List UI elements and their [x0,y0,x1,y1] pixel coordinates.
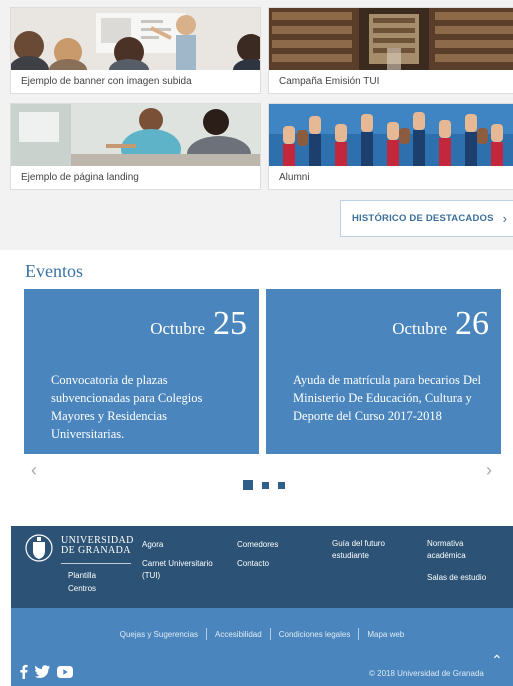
event-date: Octubre 26 [392,305,489,343]
pager-dot-3[interactable] [278,481,285,489]
card-caption: Alumni [279,172,310,183]
legal-links: Quejas y Sugerencias Accesibilidad Condi… [11,628,513,640]
footer-link-carnet[interactable]: Carnet Universitario (TUI) [142,558,213,582]
facebook-icon[interactable] [19,664,28,684]
pager-dot-2[interactable] [262,481,269,489]
footer-top: UNIVERSIDAD DE GRANADA Plantilla Centros… [11,526,513,608]
historico-label: HISTÓRICO DE DESTACADOS [352,213,494,224]
footer-link-normativa[interactable]: Normativa académica [427,538,466,562]
legal-link-quejas[interactable]: Quejas y Sugerencias [112,630,206,639]
featured-card-banner[interactable]: Ejemplo de banner con imagen subida [10,7,261,94]
footer-link-centros[interactable]: Centros [68,583,96,595]
normativa-line1: Normativa [427,539,464,548]
card-caption: Ejemplo de página landing [21,172,139,183]
featured-section: Ejemplo de banner con imagen subida Camp… [0,0,513,250]
card-caption: Campaña Emisión TUI [279,76,380,87]
footer-link-salas[interactable]: Salas de estudio [427,572,486,584]
back-to-top-icon[interactable]: ⌃ [491,652,503,669]
event-description: Convocatoria de plazas subvencionadas pa… [51,373,203,441]
carousel-pager [243,480,294,490]
event-month: Octubre [392,319,447,338]
library-image [269,8,513,70]
carnet-line2: (TUI) [142,571,161,580]
chevron-right-icon: › [502,211,508,226]
footer-bottom: Quejas y Sugerencias Accesibilidad Condi… [11,608,513,686]
copyright: © 2018 Universidad de Granada [369,669,484,678]
event-day: 26 [455,305,489,342]
university-name-line2: DE GRANADA [61,545,131,556]
featured-card-tui[interactable]: Campaña Emisión TUI [268,7,513,94]
legal-separator [269,628,271,640]
alumni-image [269,104,513,166]
youtube-icon[interactable] [57,665,73,683]
carousel-prev-icon[interactable]: ‹ [31,460,37,481]
footer-link-contacto[interactable]: Contacto [237,558,269,570]
footer-link-plantilla[interactable]: Plantilla [68,570,96,582]
banner-image [11,8,260,70]
carnet-line1: Carnet Universitario [142,559,213,568]
card-caption: Ejemplo de banner con imagen subida [21,76,192,87]
legal-separator [206,628,208,640]
featured-card-alumni[interactable]: Alumni [268,103,513,190]
twitter-icon[interactable] [34,665,50,683]
legal-link-condiciones[interactable]: Condiciones legales [271,630,359,639]
landing-image [11,104,260,166]
event-day: 25 [213,305,247,342]
social-links [19,664,80,684]
legal-separator [358,628,360,640]
event-card[interactable]: Octubre 25 Convocatoria de plazas subven… [24,289,259,454]
university-name[interactable]: UNIVERSIDAD DE GRANADA [61,536,134,556]
featured-card-landing[interactable]: Ejemplo de página landing [10,103,261,190]
event-date: Octubre 25 [150,305,247,343]
footer-link-comedores[interactable]: Comedores [237,539,278,551]
footer-link-agora[interactable]: Agora [142,539,163,551]
logo-divider [61,563,131,564]
event-card[interactable]: Octubre 26 Ayuda de matrícula para becar… [266,289,501,454]
normativa-line2: académica [427,551,466,560]
event-month: Octubre [150,319,205,338]
pager-dot-1[interactable] [243,480,253,490]
historico-destacados-button[interactable]: HISTÓRICO DE DESTACADOS › [340,200,513,237]
footer-link-guia[interactable]: Guía del futuro estudiante [332,538,385,562]
guia-line1: Guía del futuro [332,539,385,548]
guia-line2: estudiante [332,551,369,560]
carousel-next-icon[interactable]: › [486,460,492,481]
events-title: Eventos [25,261,83,281]
event-description: Ayuda de matrícula para becarios Del Min… [293,373,482,423]
legal-link-mapa-web[interactable]: Mapa web [359,630,412,639]
legal-link-accesibilidad[interactable]: Accesibilidad [207,630,270,639]
university-crest-icon[interactable] [24,533,54,568]
